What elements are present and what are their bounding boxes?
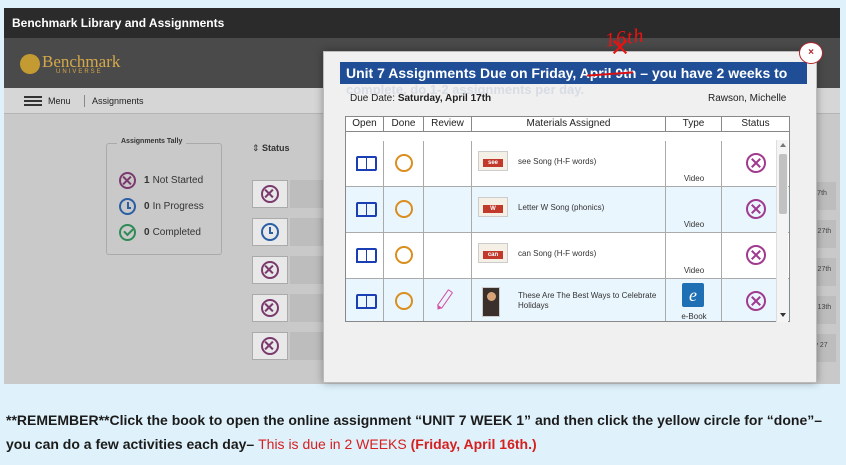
bg-status-cell [252, 294, 288, 322]
done-circle-button[interactable] [395, 200, 413, 218]
material-title: These Are The Best Ways to Celebrate Hol… [518, 291, 657, 310]
scroll-thumb[interactable] [779, 154, 787, 214]
thumbnail-word: see [483, 159, 503, 167]
tally-count: 1 [144, 175, 150, 186]
x-circle-icon [261, 185, 279, 203]
note-red: This is due in 2 WEEKS [258, 436, 411, 452]
modal-title: Unit 7 Assignments Due on Friday, April … [340, 62, 807, 84]
table-row: see see Song (H-F words) Video [346, 141, 789, 187]
review-cell [424, 233, 472, 278]
check-circle-icon [119, 224, 136, 241]
tally-label: Not Started [152, 175, 204, 186]
thumbnail-word: can [483, 251, 503, 259]
bg-status-cell [252, 332, 288, 360]
assignments-table: Open Done Review Materials Assigned Type… [345, 116, 790, 322]
bg-status-cell [252, 256, 288, 284]
open-book-icon[interactable] [356, 202, 377, 217]
done-circle-button[interactable] [395, 292, 413, 310]
not-started-status-icon [746, 153, 766, 173]
student-name: Rawson, Michelle [708, 93, 787, 104]
col-review: Review [424, 117, 472, 131]
table-row: These Are The Best Ways to Celebrate Hol… [346, 279, 789, 321]
open-book-icon[interactable] [356, 248, 377, 263]
tally-count: 0 [144, 227, 150, 238]
pencil-icon[interactable] [436, 289, 454, 309]
tally-label: In Progress [152, 201, 204, 212]
material-thumbnail: can [478, 243, 508, 263]
review-cell [424, 141, 472, 186]
bg-status-cell [252, 180, 288, 208]
material-title: can Song (H-F words) [518, 249, 597, 258]
material-thumbnail: W [478, 197, 508, 217]
logo-sub: UNIVERSE [56, 69, 103, 75]
close-icon[interactable]: × [799, 42, 823, 64]
assignments-tally: Assignments Tally 1 Not Started 0 In Pro… [106, 138, 222, 255]
not-started-status-icon [746, 245, 766, 265]
status-column-header[interactable]: Status [252, 143, 290, 154]
window-title: Benchmark Library and Assignments [12, 16, 225, 30]
ebook-icon: e [682, 283, 704, 307]
tally-title: Assignments Tally [117, 138, 187, 145]
x-circle-icon [261, 337, 279, 355]
due-date: Due Date: Saturday, April 17th [350, 93, 491, 104]
x-circle-icon [261, 299, 279, 317]
note-red-bold: (Friday, April 16th.) [410, 436, 537, 452]
scroll-up-icon[interactable] [780, 143, 786, 147]
reminder-note: **REMEMBER**Click the book to open the o… [6, 408, 840, 456]
benchmark-logo[interactable]: Benchmark UNIVERSE [20, 52, 120, 78]
material-type: Video [683, 220, 705, 229]
col-materials: Materials Assigned [472, 117, 666, 131]
tally-in-progress: 0 In Progress [119, 198, 204, 215]
menu-link[interactable]: Menu [48, 96, 71, 106]
material-thumbnail [482, 287, 500, 317]
table-scrollbar[interactable] [776, 140, 788, 322]
col-type: Type [666, 117, 722, 131]
clock-icon [261, 223, 279, 241]
thumbnail-word: W [483, 205, 503, 213]
table-row: W Letter W Song (phonics) Video [346, 187, 789, 233]
due-date-value: Saturday, April 17th [397, 93, 492, 104]
review-cell [424, 187, 472, 232]
material-title: see Song (H-F words) [518, 157, 597, 166]
scroll-down-icon[interactable] [780, 313, 786, 317]
nav-divider [84, 95, 85, 107]
due-date-label: Due Date: [350, 93, 396, 104]
tally-not-started: 1 Not Started [119, 172, 203, 189]
hamburger-icon[interactable] [24, 96, 42, 106]
x-circle-icon [261, 261, 279, 279]
x-circle-icon [119, 172, 136, 189]
globe-icon [20, 54, 40, 74]
not-started-status-icon [746, 199, 766, 219]
tally-label: Completed [152, 227, 201, 238]
window-titlebar: Benchmark Library and Assignments [4, 8, 840, 38]
material-type: e-Book [681, 312, 707, 321]
col-open: Open [346, 117, 384, 131]
done-circle-button[interactable] [395, 154, 413, 172]
material-type: Video [683, 174, 705, 183]
clock-icon [119, 198, 136, 215]
col-status: Status [741, 118, 770, 129]
material-thumbnail: see [478, 151, 508, 171]
open-book-icon[interactable] [356, 156, 377, 171]
assignments-link[interactable]: Assignments [92, 96, 144, 106]
bg-status-cell [252, 218, 288, 246]
tally-completed: 0 Completed [119, 224, 201, 241]
material-title: Letter W Song (phonics) [518, 203, 605, 212]
not-started-status-icon [746, 291, 766, 311]
done-circle-button[interactable] [395, 246, 413, 264]
col-done: Done [384, 117, 424, 131]
material-type: Video [683, 266, 705, 275]
open-book-icon[interactable] [356, 294, 377, 309]
table-row: can can Song (H-F words) Video [346, 233, 789, 279]
table-header: Open Done Review Materials Assigned Type… [346, 117, 789, 132]
tally-count: 0 [144, 201, 150, 212]
